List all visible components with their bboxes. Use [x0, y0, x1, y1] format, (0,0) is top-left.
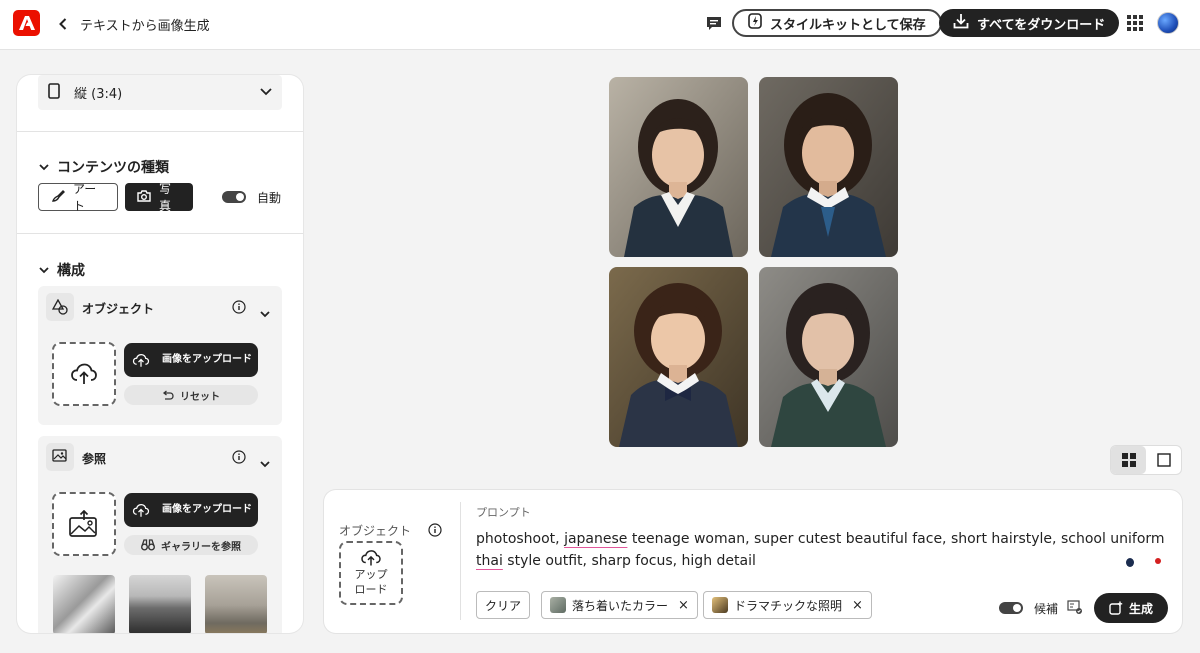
object-upload-dropzone[interactable] — [52, 342, 116, 406]
grid-view-button[interactable] — [1111, 446, 1146, 474]
view-mode-toggle — [1110, 445, 1182, 475]
reference-title: 参照 — [82, 452, 107, 466]
object-label: オブジェクト — [339, 524, 412, 538]
object-upload-button[interactable]: 画像をアップロード — [124, 343, 258, 377]
reference-upload-dropzone[interactable] — [52, 492, 116, 556]
close-icon[interactable]: × — [678, 598, 689, 613]
top-bar: テキストから画像生成 スタイルキットとして保存 すべてをダウンロード — [0, 0, 1200, 50]
cloud-upload-icon — [132, 353, 150, 367]
adobe-logo-icon[interactable] — [13, 10, 40, 36]
generated-image-1[interactable] — [609, 77, 748, 257]
portrait-icon — [48, 82, 60, 103]
muted-colors-swatch-icon — [550, 597, 566, 613]
info-icon[interactable] — [232, 449, 246, 468]
suggestions-toggle[interactable] — [999, 602, 1023, 614]
prompt-label: プロンプト — [476, 506, 531, 519]
reference-image-icon — [46, 443, 74, 471]
brush-icon — [51, 189, 65, 206]
clear-button[interactable]: クリア — [476, 591, 531, 619]
browse-gallery-button[interactable]: ギャラリーを参照 — [124, 535, 258, 555]
style-kit-icon — [748, 13, 762, 33]
composition-toggle[interactable]: 構成 — [39, 260, 85, 280]
single-view-button[interactable] — [1146, 446, 1181, 474]
square-icon — [1156, 453, 1171, 467]
generate-button[interactable]: 生成 — [1094, 593, 1168, 623]
suggestions-label: 候補 — [1034, 602, 1059, 616]
object-card: オブジェクト 画像をアップロード リセット — [38, 286, 282, 425]
apps-grid-icon[interactable] — [1126, 14, 1144, 32]
misspelled-word: thai — [476, 553, 503, 569]
gallery-thumb-landscape[interactable] — [129, 575, 191, 633]
gallery-thumb-room[interactable] — [205, 575, 267, 633]
aspect-ratio-select[interactable]: 縦 (3:4) — [38, 75, 282, 110]
status-dot-icon — [1155, 558, 1161, 564]
generated-image-2[interactable] — [759, 77, 898, 257]
grid-icon — [1121, 453, 1136, 467]
auto-label: 自動 — [257, 191, 282, 205]
divider — [460, 502, 461, 620]
camera-icon — [137, 189, 151, 205]
style-chip-dramatic-lighting[interactable]: ドラマチックな照明 × — [703, 591, 872, 619]
back-chevron-icon[interactable] — [56, 14, 70, 34]
dramatic-lighting-swatch-icon — [712, 597, 728, 613]
download-all-button[interactable]: すべてをダウンロード — [939, 9, 1120, 37]
reset-icon — [162, 390, 174, 400]
save-style-kit-button[interactable]: スタイルキットとして保存 — [732, 9, 942, 37]
image-upload-icon — [69, 510, 97, 537]
info-icon[interactable] — [232, 299, 246, 318]
divider — [17, 233, 303, 234]
chevron-down-icon[interactable] — [260, 453, 270, 472]
generated-image-4[interactable] — [759, 267, 898, 447]
photo-button[interactable]: 写真 — [125, 182, 193, 213]
content-type-toggle[interactable]: コンテンツの種類 — [39, 157, 169, 177]
style-chip-muted-colors[interactable]: 落ち着いたカラー × — [541, 591, 698, 619]
chevron-down-icon — [260, 85, 272, 100]
page-title: テキストから画像生成 — [80, 19, 210, 34]
prompt-input[interactable]: photoshoot, japanese teenage woman, supe… — [476, 528, 1176, 572]
divider — [17, 131, 303, 132]
close-icon[interactable]: × — [852, 598, 863, 613]
reset-button[interactable]: リセット — [124, 385, 258, 405]
download-icon — [953, 13, 969, 33]
comment-icon[interactable] — [704, 14, 724, 34]
chevron-down-icon[interactable] — [260, 303, 270, 322]
binoculars-icon — [141, 539, 155, 551]
suggestion-settings-icon[interactable] — [1067, 599, 1083, 619]
info-icon[interactable] — [428, 522, 442, 541]
object-title: オブジェクト — [82, 302, 155, 316]
avatar[interactable] — [1157, 12, 1179, 34]
status-dot-icon — [1126, 558, 1134, 567]
misspelled-word: japanese — [564, 531, 628, 547]
prompt-panel: オブジェクト アップ ロード プロンプト photoshoot, japanes… — [324, 490, 1182, 633]
settings-panel: 縦 (3:4) コンテンツの種類 アート 写真 自動 構成 オブジェクト 画像を… — [17, 75, 303, 633]
cloud-upload-icon — [71, 363, 97, 384]
reference-upload-button[interactable]: 画像をアップロード — [124, 493, 258, 527]
generate-icon — [1109, 601, 1123, 615]
shapes-icon — [46, 293, 74, 321]
prompt-object-upload[interactable]: アップ ロード — [339, 541, 403, 605]
reference-card: 参照 画像をアップロード ギャラリーを参照 — [38, 436, 282, 633]
auto-toggle[interactable] — [222, 191, 246, 203]
gallery-thumb-bird[interactable] — [53, 575, 115, 633]
generated-image-3[interactable] — [609, 267, 748, 447]
art-button[interactable]: アート — [38, 182, 118, 213]
cloud-upload-icon — [132, 503, 150, 517]
cloud-upload-icon — [361, 550, 381, 566]
